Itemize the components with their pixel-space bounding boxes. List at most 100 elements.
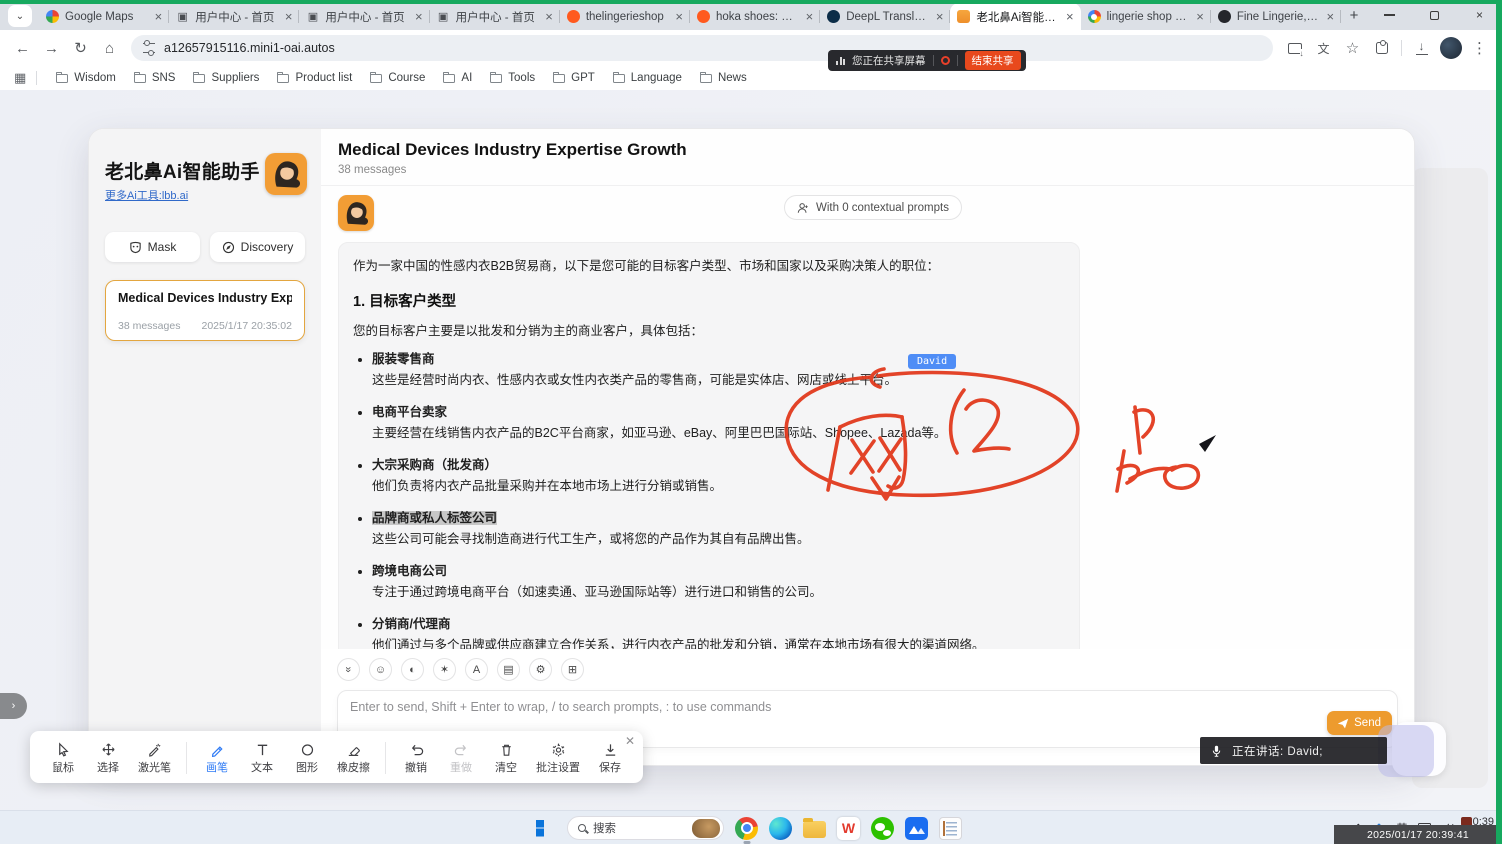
taskbar-search[interactable]: 搜索: [567, 816, 724, 840]
taskbar-meeting-icon[interactable]: [905, 817, 928, 840]
tool-undo[interactable]: 撤销: [401, 742, 431, 775]
toolbar-divider: [385, 742, 386, 774]
tab-title: 用户中心 - 首页: [456, 9, 540, 25]
tab-search-button[interactable]: ⌄: [8, 5, 32, 27]
tool-redo[interactable]: 重做: [446, 742, 476, 775]
browser-tab[interactable]: Fine Lingerie, Sle ×: [1211, 3, 1341, 30]
masks-icon[interactable]: ⊞: [561, 658, 584, 681]
apps-grid-icon[interactable]: ▦: [14, 70, 26, 86]
collapse-icon[interactable]: »: [337, 658, 360, 681]
bookmark-folder[interactable]: GPT: [544, 70, 604, 86]
new-tab-button[interactable]: +: [1341, 2, 1367, 28]
share-status-text: 您正在共享屏幕: [852, 53, 926, 68]
tool-mouse[interactable]: 鼠标: [48, 742, 78, 775]
browser-tab[interactable]: DeepL Translate ×: [820, 3, 950, 30]
taskbar-wps-icon[interactable]: W: [837, 817, 860, 840]
tab-close-icon[interactable]: ×: [806, 10, 814, 23]
folder-icon: [134, 74, 146, 83]
taskbar-chrome-icon[interactable]: [735, 817, 758, 840]
taskbar-notes-icon[interactable]: [939, 817, 962, 840]
downloads-button[interactable]: ↓: [1408, 35, 1435, 62]
bookmark-folder[interactable]: News: [691, 70, 756, 86]
browser-tab[interactable]: 老北鼻Ai智能助手 ×: [950, 3, 1080, 30]
browser-tab[interactable]: 用户中心 - 首页 ×: [430, 3, 560, 30]
tab-close-icon[interactable]: ×: [155, 10, 163, 23]
start-button[interactable]: [533, 817, 556, 840]
translate-button[interactable]: 文: [1310, 35, 1337, 62]
browser-tab[interactable]: thelingerieshop ×: [560, 3, 690, 30]
browser-menu-button[interactable]: ⋮: [1466, 35, 1493, 62]
site-info-icon[interactable]: [143, 43, 155, 53]
tool-eraser[interactable]: 橡皮擦: [337, 742, 370, 775]
tool-settings[interactable]: 批注设置: [536, 742, 580, 775]
tool-laser[interactable]: 激光笔: [138, 742, 171, 775]
bookmark-star-button[interactable]: ☆: [1339, 35, 1366, 62]
taskbar-edge-icon[interactable]: [769, 817, 792, 840]
tab-close-icon[interactable]: ×: [1326, 10, 1334, 23]
taskbar-wechat-icon[interactable]: [871, 817, 894, 840]
stop-sharing-button[interactable]: 结束共享: [965, 51, 1021, 70]
maximize-button[interactable]: [1412, 0, 1457, 30]
discovery-icon: [222, 241, 235, 254]
url-text: a12657915116.mini1-oai.autos: [164, 41, 335, 55]
address-bar[interactable]: a12657915116.mini1-oai.autos: [131, 35, 1273, 61]
bookmark-folder[interactable]: AI: [434, 70, 481, 86]
record-icon: [941, 56, 950, 65]
tool-label: 橡皮擦: [337, 759, 370, 775]
chat-list-item[interactable]: Medical Devices Industry Exp... 38 messa…: [105, 280, 305, 341]
bookmark-folder[interactable]: Wisdom: [47, 70, 125, 86]
bookmark-folder[interactable]: Course: [361, 70, 434, 86]
bookmark-folder[interactable]: SNS: [125, 70, 185, 86]
home-button[interactable]: ⌂: [96, 35, 123, 62]
tool-clear[interactable]: 清空: [491, 742, 521, 775]
tool-shape[interactable]: 图形: [292, 742, 322, 775]
tab-close-icon[interactable]: ×: [415, 10, 423, 23]
minimize-button[interactable]: [1367, 0, 1412, 30]
toolbar-close-icon[interactable]: ✕: [625, 734, 635, 748]
bot-avatar: [338, 195, 374, 231]
taskbar-explorer-icon[interactable]: [803, 821, 826, 838]
tab-close-icon[interactable]: ×: [675, 10, 683, 23]
image-icon[interactable]: ▤: [497, 658, 520, 681]
discovery-button[interactable]: Discovery: [210, 232, 305, 262]
tool-select[interactable]: 选择: [93, 742, 123, 775]
install-app-button[interactable]: [1281, 35, 1308, 62]
forward-button[interactable]: →: [38, 35, 65, 62]
browser-tab[interactable]: 用户中心 - 首页 ×: [169, 3, 299, 30]
tab-close-icon[interactable]: ×: [545, 10, 553, 23]
bookmark-folder[interactable]: Suppliers: [184, 70, 268, 86]
tab-close-icon[interactable]: ×: [936, 10, 944, 23]
font-size-icon[interactable]: A: [465, 658, 488, 681]
context-prompts-button[interactable]: With 0 contextual prompts: [784, 195, 962, 220]
tab-close-icon[interactable]: ×: [1196, 10, 1204, 23]
prompt-icon[interactable]: ✶: [433, 658, 456, 681]
tool-pen[interactable]: 画笔: [202, 742, 232, 775]
tool-save[interactable]: 保存: [595, 742, 625, 775]
reload-button[interactable]: ↻: [67, 35, 94, 62]
tab-favicon-icon: [697, 10, 710, 23]
right-side-panel: [1412, 168, 1488, 788]
bookmark-folder[interactable]: Language: [604, 70, 691, 86]
tab-close-icon[interactable]: ×: [1066, 10, 1074, 23]
windows-taskbar: 搜索 W ⌃ 英 20:39: [0, 810, 1502, 844]
browser-tab[interactable]: 用户中心 - 首页 ×: [299, 3, 429, 30]
sticker-icon[interactable]: ☺: [369, 658, 392, 681]
banner-divider: [957, 55, 958, 66]
browser-tab[interactable]: lingerie shop - G ×: [1081, 3, 1211, 30]
profile-button[interactable]: [1437, 35, 1464, 62]
tool-text[interactable]: 文本: [247, 742, 277, 775]
extensions-button[interactable]: [1368, 35, 1395, 62]
browser-tab[interactable]: Google Maps ×: [39, 3, 169, 30]
sidebar-expand-handle[interactable]: ›: [0, 693, 27, 719]
plugin-icon[interactable]: ⚙: [529, 658, 552, 681]
back-button[interactable]: ←: [9, 35, 36, 62]
more-tools-link[interactable]: 更多Ai工具:lbb.ai: [105, 187, 188, 203]
theme-icon[interactable]: ◐: [401, 658, 424, 681]
mask-button[interactable]: Mask: [105, 232, 200, 262]
bookmark-folder[interactable]: Product list: [268, 70, 361, 86]
bookmark-label: AI: [461, 72, 472, 84]
tab-close-icon[interactable]: ×: [285, 10, 293, 23]
chat-item-message-count: 38 messages: [118, 320, 180, 332]
bookmark-folder[interactable]: Tools: [481, 70, 544, 86]
browser-tab[interactable]: hoka shoes: Ove ×: [690, 3, 820, 30]
